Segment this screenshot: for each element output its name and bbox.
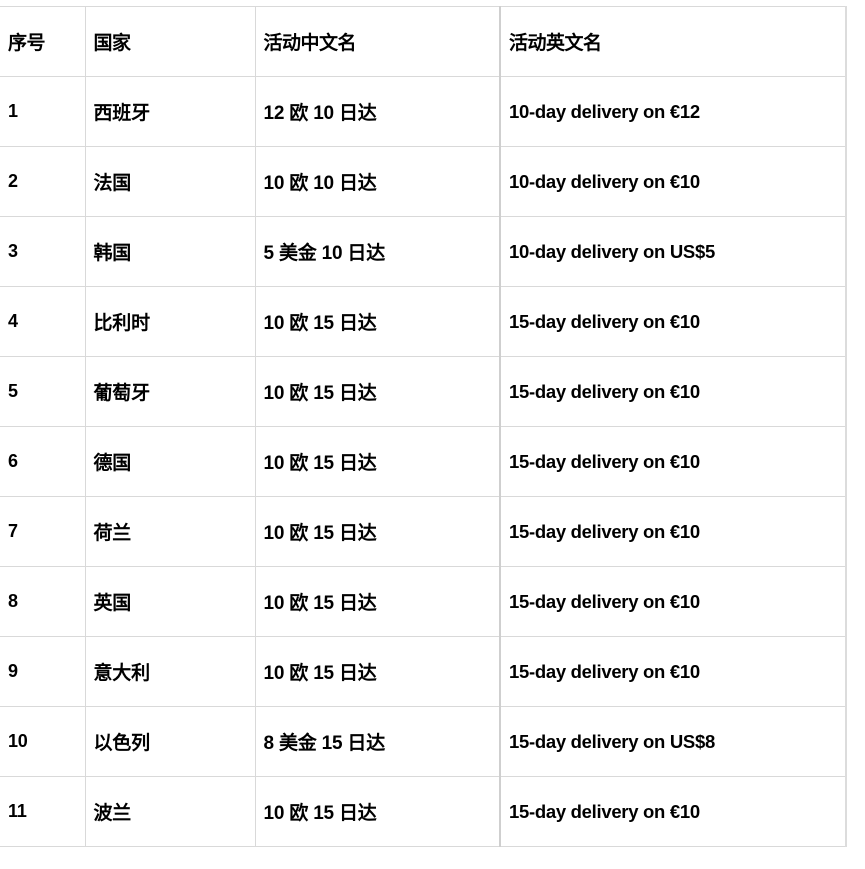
cell-country: 波兰 bbox=[85, 776, 256, 847]
cell-name-en: 10-day delivery on €10 bbox=[499, 146, 847, 217]
page-root: 序号 国家 活动中文名 活动英文名 1 西班牙 12 欧 10 日达 10-da… bbox=[0, 0, 865, 869]
column-header-name-en: 活动英文名 bbox=[499, 6, 847, 77]
table-container: 序号 国家 活动中文名 活动英文名 1 西班牙 12 欧 10 日达 10-da… bbox=[0, 6, 847, 847]
table-row: 5 葡萄牙 10 欧 15 日达 15-day delivery on €10 bbox=[0, 356, 847, 427]
cell-country: 荷兰 bbox=[85, 496, 256, 567]
table-row: 9 意大利 10 欧 15 日达 15-day delivery on €10 bbox=[0, 636, 847, 707]
cell-country: 葡萄牙 bbox=[85, 356, 256, 427]
cell-index: 9 bbox=[0, 636, 86, 707]
cell-index: 11 bbox=[0, 776, 86, 847]
cell-name-en: 15-day delivery on €10 bbox=[499, 286, 847, 357]
table-row: 3 韩国 5 美金 10 日达 10-day delivery on US$5 bbox=[0, 216, 847, 287]
cell-country: 韩国 bbox=[85, 216, 256, 287]
table-body: 1 西班牙 12 欧 10 日达 10-day delivery on €12 … bbox=[0, 76, 847, 847]
cell-name-en: 10-day delivery on US$5 bbox=[499, 216, 847, 287]
cell-name-zh: 10 欧 15 日达 bbox=[255, 356, 501, 427]
cell-name-en: 15-day delivery on €10 bbox=[499, 636, 847, 707]
cell-index: 5 bbox=[0, 356, 86, 427]
cell-index: 2 bbox=[0, 146, 86, 217]
table-header-row: 序号 国家 活动中文名 活动英文名 bbox=[0, 6, 847, 77]
cell-name-zh: 10 欧 15 日达 bbox=[255, 426, 501, 497]
cell-country: 意大利 bbox=[85, 636, 256, 707]
column-header-index: 序号 bbox=[0, 6, 86, 77]
cell-country: 以色列 bbox=[85, 706, 256, 777]
cell-index: 10 bbox=[0, 706, 86, 777]
cell-name-en: 15-day delivery on €10 bbox=[499, 356, 847, 427]
table-row: 2 法国 10 欧 10 日达 10-day delivery on €10 bbox=[0, 146, 847, 217]
promotions-table: 序号 国家 活动中文名 活动英文名 1 西班牙 12 欧 10 日达 10-da… bbox=[0, 6, 847, 847]
table-row: 11 波兰 10 欧 15 日达 15-day delivery on €10 bbox=[0, 776, 847, 847]
cell-index: 6 bbox=[0, 426, 86, 497]
cell-name-en: 10-day delivery on €12 bbox=[499, 76, 847, 147]
cell-country: 德国 bbox=[85, 426, 256, 497]
cell-name-zh: 12 欧 10 日达 bbox=[255, 76, 501, 147]
cell-index: 8 bbox=[0, 566, 86, 637]
cell-name-zh: 8 美金 15 日达 bbox=[255, 706, 501, 777]
cell-name-zh: 10 欧 10 日达 bbox=[255, 146, 501, 217]
cell-name-zh: 10 欧 15 日达 bbox=[255, 776, 501, 847]
table-row: 10 以色列 8 美金 15 日达 15-day delivery on US$… bbox=[0, 706, 847, 777]
cell-index: 3 bbox=[0, 216, 86, 287]
column-header-name-zh: 活动中文名 bbox=[255, 6, 501, 77]
column-header-country: 国家 bbox=[85, 6, 256, 77]
table-row: 7 荷兰 10 欧 15 日达 15-day delivery on €10 bbox=[0, 496, 847, 567]
cell-name-zh: 5 美金 10 日达 bbox=[255, 216, 501, 287]
cell-index: 4 bbox=[0, 286, 86, 357]
cell-country: 西班牙 bbox=[85, 76, 256, 147]
cell-name-en: 15-day delivery on €10 bbox=[499, 776, 847, 847]
cell-country: 英国 bbox=[85, 566, 256, 637]
cell-name-zh: 10 欧 15 日达 bbox=[255, 636, 501, 707]
cell-name-en: 15-day delivery on €10 bbox=[499, 496, 847, 567]
cell-index: 7 bbox=[0, 496, 86, 567]
cell-name-en: 15-day delivery on €10 bbox=[499, 426, 847, 497]
table-row: 8 英国 10 欧 15 日达 15-day delivery on €10 bbox=[0, 566, 847, 637]
cell-country: 比利时 bbox=[85, 286, 256, 357]
table-header: 序号 国家 活动中文名 活动英文名 bbox=[0, 6, 847, 77]
cell-name-en: 15-day delivery on US$8 bbox=[499, 706, 847, 777]
table-row: 6 德国 10 欧 15 日达 15-day delivery on €10 bbox=[0, 426, 847, 497]
table-row: 1 西班牙 12 欧 10 日达 10-day delivery on €12 bbox=[0, 76, 847, 147]
table-row: 4 比利时 10 欧 15 日达 15-day delivery on €10 bbox=[0, 286, 847, 357]
cell-name-zh: 10 欧 15 日达 bbox=[255, 286, 501, 357]
cell-name-en: 15-day delivery on €10 bbox=[499, 566, 847, 637]
cell-country: 法国 bbox=[85, 146, 256, 217]
cell-name-zh: 10 欧 15 日达 bbox=[255, 496, 501, 567]
cell-index: 1 bbox=[0, 76, 86, 147]
cell-name-zh: 10 欧 15 日达 bbox=[255, 566, 501, 637]
